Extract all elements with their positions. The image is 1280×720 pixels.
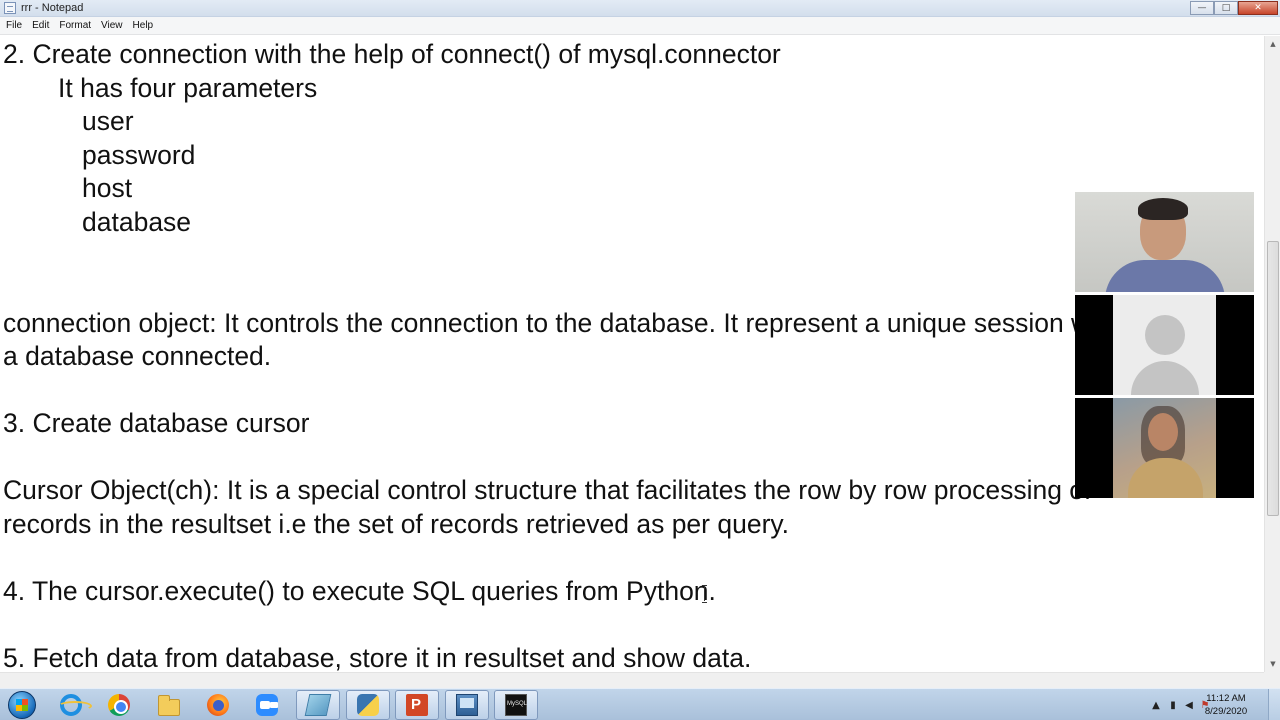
taskbar-screen-app[interactable]: [445, 690, 489, 720]
taskbar-file-explorer[interactable]: [147, 690, 191, 720]
text-line: records in the resultset i.e the set of …: [3, 509, 790, 539]
minimize-button[interactable]: —: [1190, 1, 1214, 15]
avatar-body-icon: [1131, 361, 1199, 395]
text-line: database: [82, 207, 192, 237]
powerpoint-icon: [406, 694, 428, 716]
participant-video[interactable]: [1075, 398, 1254, 498]
participant-face: [1148, 413, 1178, 451]
maximize-button[interactable]: □: [1214, 1, 1238, 15]
clock-time: 11:12 AM: [1206, 693, 1246, 704]
text-line: password: [82, 140, 196, 170]
start-button[interactable]: [2, 690, 42, 720]
taskbar: ▲ ▮ ◀ ⚑ 11:12 AM 8/29/2020: [0, 688, 1280, 720]
presenter-shirt: [1105, 260, 1225, 292]
system-clock[interactable]: 11:12 AM 8/29/2020: [1202, 692, 1250, 718]
menu-bar: File Edit Format View Help: [0, 17, 1280, 35]
participant-video-avatar[interactable]: [1075, 295, 1254, 395]
taskbar-mysql[interactable]: [494, 690, 538, 720]
zoom-icon: [256, 694, 278, 716]
mysql-icon: [505, 694, 527, 716]
menu-file[interactable]: File: [1, 17, 27, 35]
chrome-icon: [108, 694, 130, 716]
windows-logo-icon: [8, 691, 36, 719]
text-line: connection object: It controls the conne…: [3, 308, 1119, 338]
scrollbar-corner: [1264, 672, 1280, 688]
menu-edit[interactable]: Edit: [27, 17, 54, 35]
avatar: [1113, 295, 1216, 395]
volume-icon[interactable]: ◀: [1183, 699, 1195, 711]
text-line: 3. Create database cursor: [3, 408, 310, 438]
notepad-icon: [4, 2, 16, 14]
taskbar-notepad[interactable]: [296, 690, 340, 720]
horizontal-scrollbar[interactable]: [0, 672, 1264, 688]
window-title: rrr - Notepad: [21, 2, 84, 14]
presenter-hair: [1138, 198, 1188, 220]
participant-shirt: [1128, 458, 1203, 498]
text-line: It has four parameters: [58, 73, 318, 103]
menu-help[interactable]: Help: [128, 17, 159, 35]
show-desktop-button[interactable]: [1268, 689, 1280, 720]
firefox-icon: [207, 694, 229, 716]
text-line: user: [82, 106, 134, 136]
notepad-app-icon: [304, 694, 332, 716]
text-cursor-icon: [702, 585, 707, 603]
network-icon[interactable]: ▮: [1167, 699, 1179, 711]
text-line: 4. The cursor.execute() to execute SQL q…: [3, 576, 716, 606]
internet-explorer-icon: [58, 694, 92, 716]
window-controls: — □ ✕: [1190, 1, 1278, 15]
tray-expand-icon[interactable]: ▲: [1150, 699, 1162, 711]
clock-date: 8/29/2020: [1204, 706, 1248, 717]
text-line: a database connected.: [3, 341, 272, 371]
python-icon: [357, 694, 379, 716]
participant-camera-feed: [1113, 398, 1216, 498]
text-line: 5. Fetch data from database, store it in…: [3, 643, 752, 673]
text-line: 2. Create connection with the help of co…: [3, 39, 781, 69]
taskbar-chrome[interactable]: [97, 690, 141, 720]
menu-format[interactable]: Format: [54, 17, 96, 35]
folder-icon: [158, 694, 180, 716]
close-button[interactable]: ✕: [1238, 1, 1278, 15]
title-bar: rrr - Notepad — □ ✕: [0, 0, 1280, 17]
taskbar-python[interactable]: [346, 690, 390, 720]
presenter-video[interactable]: [1075, 192, 1254, 292]
scroll-up-icon[interactable]: ▲: [1265, 36, 1280, 52]
taskbar-firefox[interactable]: [196, 690, 240, 720]
taskbar-internet-explorer[interactable]: [49, 690, 93, 720]
taskbar-zoom[interactable]: [245, 690, 289, 720]
scroll-thumb[interactable]: [1267, 241, 1279, 516]
text-line: Cursor Object(ch): It is a special contr…: [3, 475, 1092, 505]
taskbar-powerpoint[interactable]: [395, 690, 439, 720]
avatar-head-icon: [1145, 315, 1185, 355]
video-call-panel: [1075, 192, 1254, 498]
screen-app-icon: [456, 694, 478, 716]
menu-view[interactable]: View: [96, 17, 128, 35]
vertical-scrollbar[interactable]: ▲ ▼: [1264, 36, 1280, 672]
scroll-down-icon[interactable]: ▼: [1265, 656, 1280, 672]
text-line: host: [82, 173, 133, 203]
